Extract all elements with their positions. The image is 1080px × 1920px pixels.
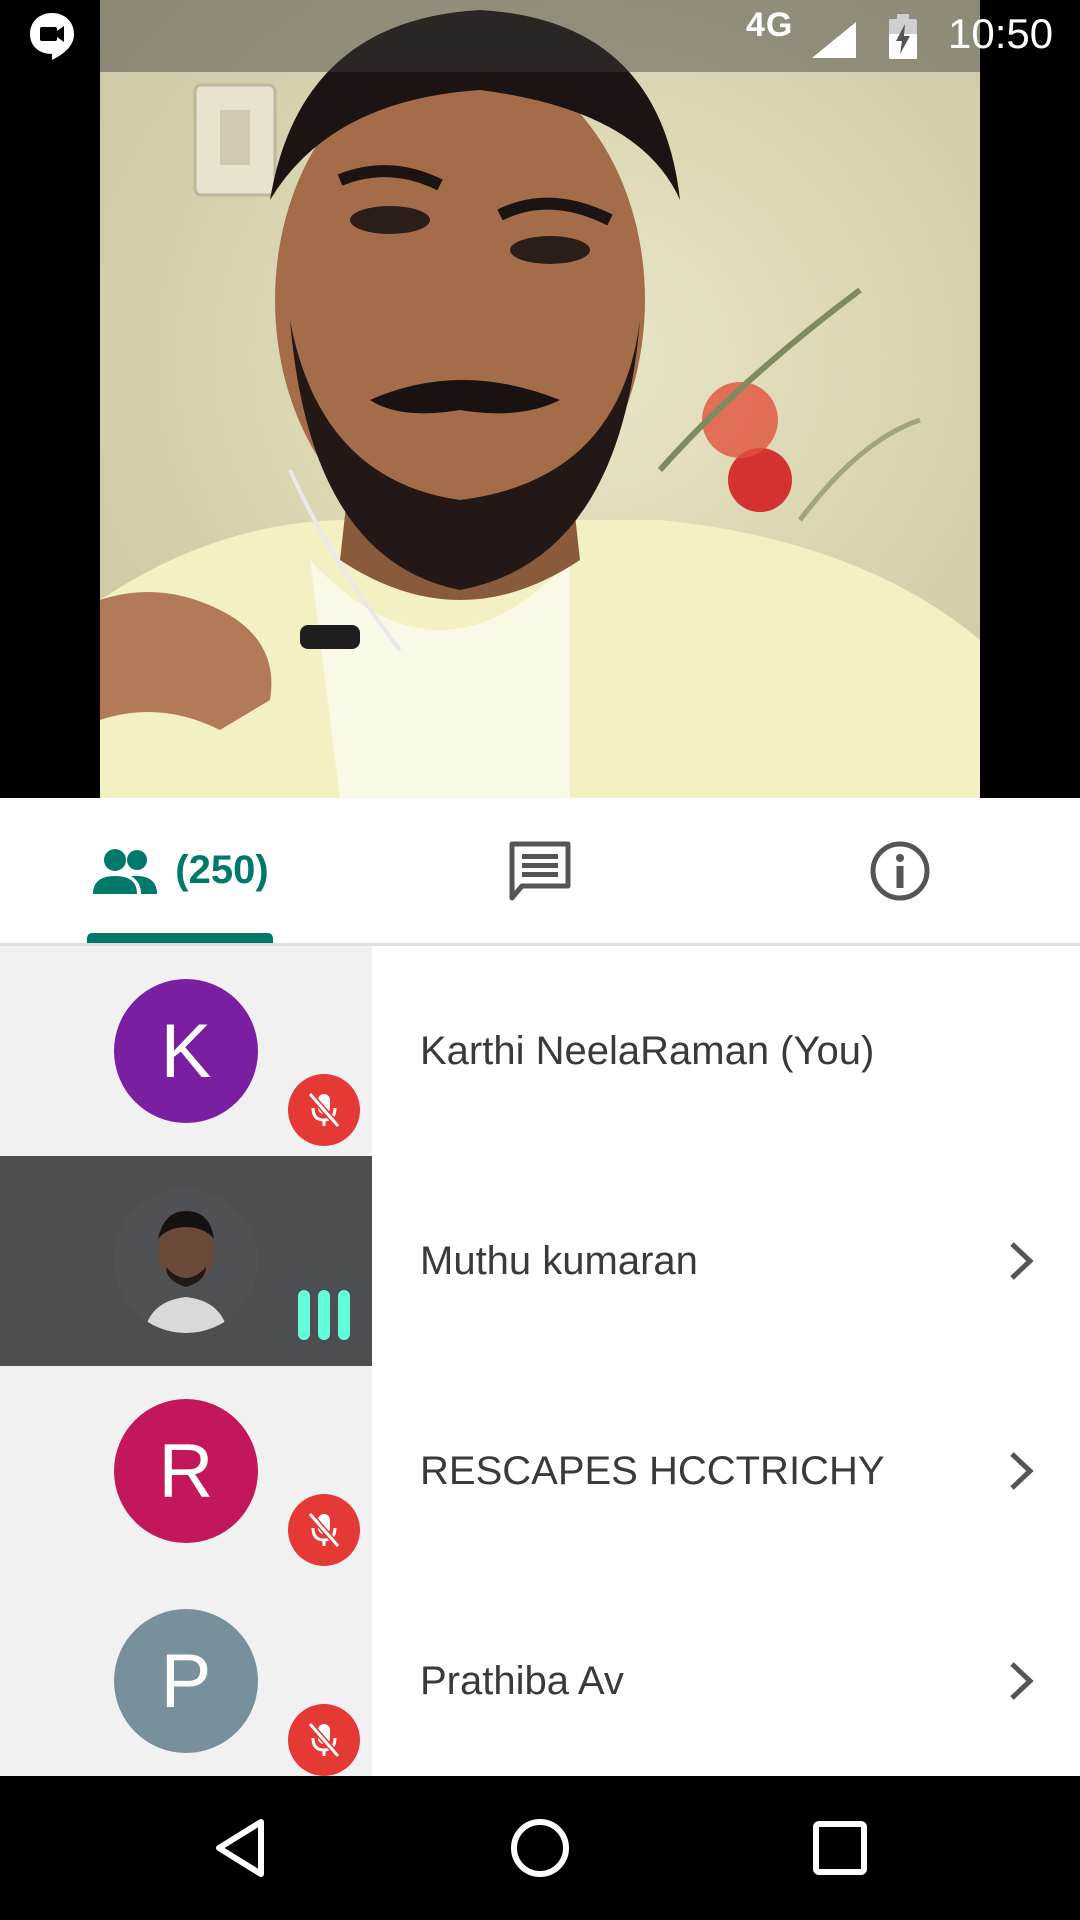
avatar: K xyxy=(114,979,258,1123)
chevron-right-icon[interactable] xyxy=(1000,1448,1040,1494)
back-icon xyxy=(216,1819,264,1877)
tab-info[interactable] xyxy=(780,798,1020,943)
status-bar: 4G 10:50 xyxy=(0,0,1080,72)
tab-people[interactable]: (250) xyxy=(60,798,300,943)
mic-off-icon xyxy=(288,1494,360,1566)
recents-icon xyxy=(813,1821,867,1875)
chevron-right-icon[interactable] xyxy=(1000,1658,1040,1704)
navigation-bar xyxy=(0,1776,1080,1920)
mic-off-icon xyxy=(288,1074,360,1146)
video-area[interactable] xyxy=(0,0,1080,798)
tab-bar: (250) xyxy=(0,798,1080,946)
signal-icon xyxy=(810,20,858,60)
home-button[interactable] xyxy=(504,1812,576,1884)
avatar: R xyxy=(114,1399,258,1543)
people-icon xyxy=(93,848,158,894)
info-icon xyxy=(870,841,930,900)
chevron-right-icon[interactable] xyxy=(1000,1238,1040,1284)
chat-icon xyxy=(509,841,571,900)
avatar-cell: K xyxy=(0,946,372,1156)
clock: 10:50 xyxy=(948,10,1054,57)
home-icon xyxy=(511,1819,569,1877)
avatar-cell: P xyxy=(0,1576,372,1776)
participant-row[interactable]: Muthu kumaran xyxy=(0,1156,1080,1366)
speaking-indicator-icon xyxy=(296,1288,352,1342)
people-count: (250) xyxy=(175,848,269,892)
participant-name: Muthu kumaran xyxy=(420,1239,698,1283)
participant-name: RESCAPES HCCTRICHY xyxy=(420,1449,885,1493)
participant-row[interactable]: K Karthi NeelaRaman (You) xyxy=(0,946,1080,1156)
participant-name: Prathiba Av xyxy=(420,1659,624,1703)
mic-off-icon xyxy=(288,1704,360,1776)
recents-button[interactable] xyxy=(804,1812,876,1884)
avatar-cell: R xyxy=(0,1366,372,1576)
avatar: P xyxy=(114,1609,258,1753)
network-type: 4G xyxy=(746,6,794,44)
tab-indicator xyxy=(87,933,273,943)
video-feed[interactable] xyxy=(100,0,980,798)
avatar-photo xyxy=(114,1189,258,1333)
back-button[interactable] xyxy=(205,1812,277,1884)
participant-name: Karthi NeelaRaman (You) xyxy=(420,1029,875,1073)
speaker-video-frame xyxy=(100,10,980,798)
participant-list[interactable]: K Karthi NeelaRaman (You) Muthu kumaran … xyxy=(0,946,1080,1776)
participant-row[interactable]: R RESCAPES HCCTRICHY xyxy=(0,1366,1080,1576)
hangouts-video-icon xyxy=(26,10,78,62)
battery-charging-icon xyxy=(888,14,918,60)
participant-row[interactable]: P Prathiba Av xyxy=(0,1576,1080,1776)
tab-chat[interactable] xyxy=(420,798,660,943)
avatar-cell xyxy=(0,1156,372,1366)
